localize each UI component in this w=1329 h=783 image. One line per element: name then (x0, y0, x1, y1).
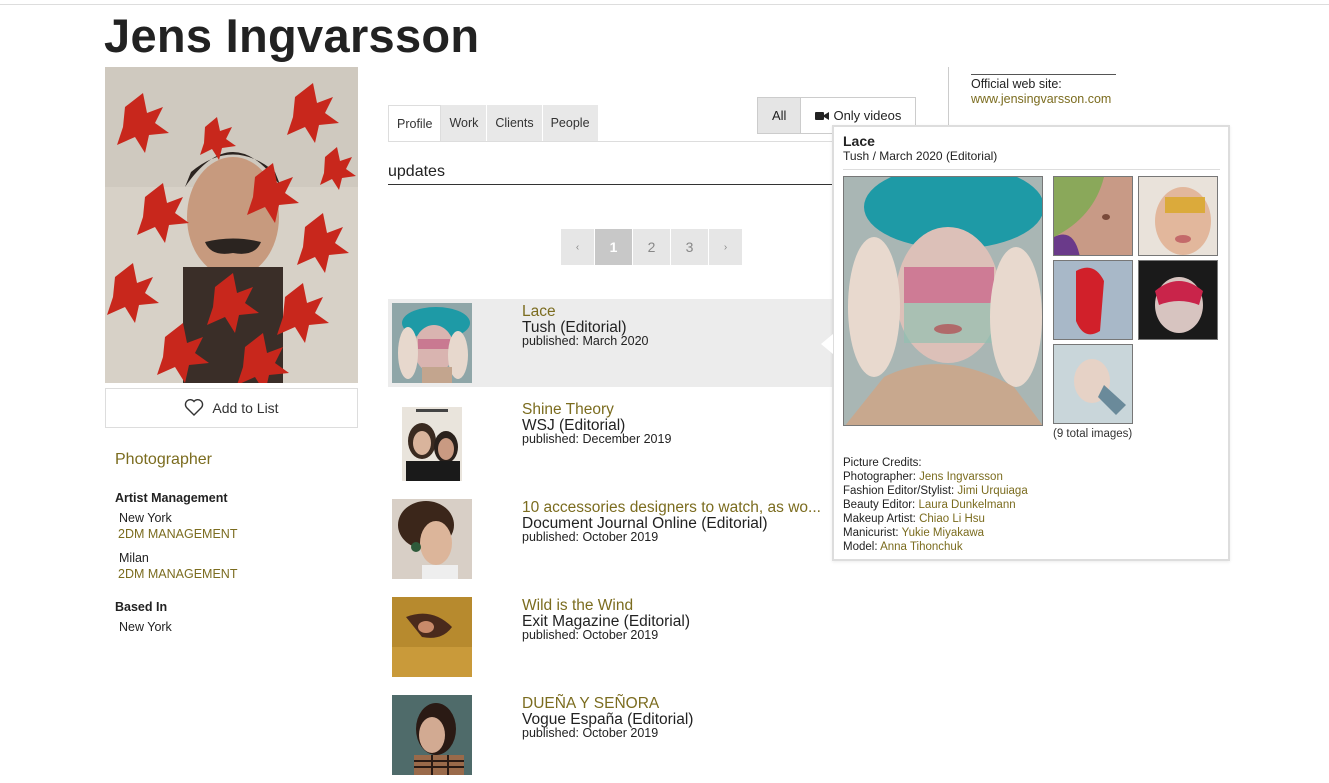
popup-thumbnail[interactable] (1053, 344, 1133, 424)
artist-portrait (105, 67, 358, 383)
pagination-prev-button[interactable]: ‹ (561, 229, 595, 265)
popup-thumbnail[interactable] (1138, 260, 1218, 340)
artist-role: Photographer (115, 451, 212, 468)
filter-all-button[interactable]: All (758, 98, 802, 133)
credit-name-link[interactable]: Laura Dunkelmann (918, 499, 1015, 511)
credit-line: Makeup Artist: Chiao Li Hsu (843, 512, 1028, 526)
profile-tabs: Profile Work Clients People (388, 105, 599, 141)
management-agency-link[interactable]: 2DM MANAGEMENT (118, 567, 237, 581)
pagination-next-button[interactable]: › (709, 229, 743, 265)
pagination-page-3[interactable]: 3 (671, 229, 709, 265)
popup-credits: Picture Credits: Photographer: Jens Ingv… (843, 456, 1028, 554)
credit-role: Photographer: (843, 471, 916, 483)
popup-total-images: (9 total images) (1053, 428, 1133, 440)
popup-thumbnail[interactable] (1053, 176, 1133, 256)
credit-line: Beauty Editor: Laura Dunkelmann (843, 498, 1028, 512)
work-item-thumbnail[interactable] (392, 499, 472, 579)
credit-line: Manicurist: Yukie Miyakawa (843, 526, 1028, 540)
work-item-date: published: October 2019 (522, 628, 659, 642)
work-item[interactable]: Lace Tush (Editorial) published: March 2… (388, 299, 832, 387)
work-item-date: published: October 2019 (522, 726, 659, 740)
work-item[interactable]: DUEÑA Y SEÑORA Vogue España (Editorial) … (388, 691, 832, 777)
pagination: ‹ 1 2 3 › (561, 229, 743, 265)
management-city: Milan (119, 551, 149, 565)
credit-name-link[interactable]: Jimi Urquiaga (957, 485, 1027, 497)
credit-name-link[interactable]: Chiao Li Hsu (919, 513, 985, 525)
work-item-thumbnail[interactable] (392, 303, 472, 383)
credit-role: Model: (843, 541, 878, 553)
work-item[interactable]: Wild is the Wind Exit Magazine (Editoria… (388, 593, 832, 681)
popup-pointer (821, 334, 833, 354)
management-heading: Artist Management (115, 491, 228, 505)
credit-role: Fashion Editor/Stylist: (843, 485, 955, 497)
based-in-city: New York (119, 620, 172, 634)
based-in-heading: Based In (115, 600, 168, 614)
work-item-thumbnail[interactable] (392, 597, 472, 677)
credit-role: Manicurist: (843, 527, 899, 539)
credit-name-link[interactable]: Anna Tihonchuk (880, 541, 962, 553)
work-item-thumbnail[interactable] (392, 695, 472, 775)
website-label: Official web site: (971, 77, 1062, 91)
pagination-page-2[interactable]: 2 (633, 229, 671, 265)
work-item-date: published: March 2020 (522, 334, 649, 348)
website-link[interactable]: www.jensingvarsson.com (971, 92, 1111, 106)
updates-heading: updates (388, 163, 445, 180)
credit-name-link[interactable]: Yukie Miyakawa (902, 527, 984, 539)
work-item[interactable]: Shine Theory WSJ (Editorial) published: … (388, 397, 832, 485)
management-agency-link[interactable]: 2DM MANAGEMENT (118, 527, 237, 541)
heart-icon (184, 398, 204, 419)
tab-people[interactable]: People (542, 105, 599, 141)
popup-thumbnail[interactable] (1138, 176, 1218, 256)
work-item-date: published: December 2019 (522, 432, 672, 446)
work-item[interactable]: 10 accessories designers to watch, as wo… (388, 495, 832, 583)
video-camera-icon (815, 111, 830, 121)
add-to-list-button[interactable]: Add to List (105, 388, 358, 428)
add-to-list-label: Add to List (212, 400, 279, 416)
popup-main-image[interactable] (843, 176, 1043, 426)
website-divider (971, 74, 1116, 75)
popup-thumbnail[interactable] (1053, 260, 1133, 340)
credit-line: Model: Anna Tihonchuk (843, 540, 1028, 554)
top-divider (0, 4, 1329, 5)
popup-subtitle: Tush / March 2020 (Editorial) (843, 149, 998, 163)
popup-divider (843, 169, 1220, 170)
work-item-thumbnail[interactable] (392, 401, 472, 481)
credit-name-link[interactable]: Jens Ingvarsson (919, 471, 1003, 483)
credit-line: Photographer: Jens Ingvarsson (843, 470, 1028, 484)
popup-title: Lace (843, 133, 875, 149)
credit-line: Fashion Editor/Stylist: Jimi Urquiaga (843, 484, 1028, 498)
credits-heading: Picture Credits: (843, 457, 922, 469)
credit-role: Beauty Editor: (843, 499, 916, 511)
pagination-page-1[interactable]: 1 (595, 229, 633, 265)
credit-role: Makeup Artist: (843, 513, 916, 525)
tab-clients[interactable]: Clients (487, 105, 543, 141)
tab-profile[interactable]: Profile (388, 105, 442, 141)
work-item-date: published: October 2019 (522, 530, 659, 544)
tab-work[interactable]: Work (441, 105, 488, 141)
updates-divider (388, 184, 832, 185)
artist-name: Jens Ingvarsson (104, 9, 480, 62)
management-city: New York (119, 511, 172, 525)
column-divider (948, 67, 949, 127)
only-videos-label: Only videos (833, 108, 902, 123)
